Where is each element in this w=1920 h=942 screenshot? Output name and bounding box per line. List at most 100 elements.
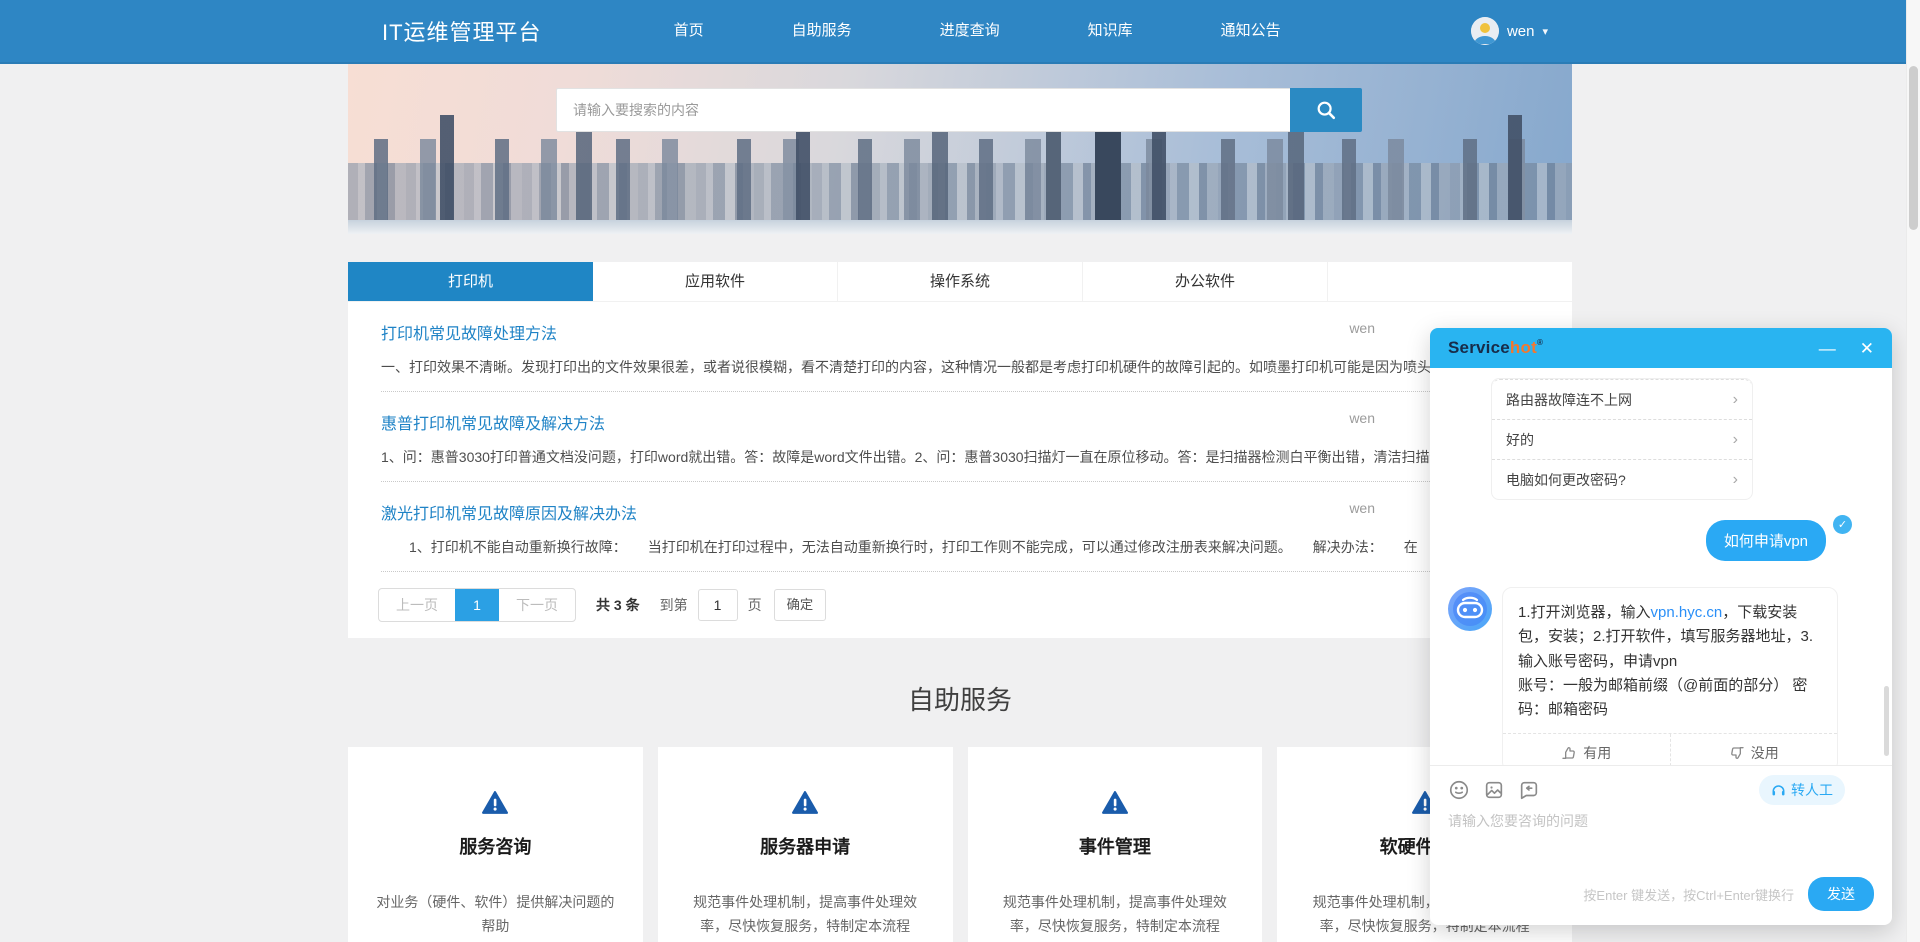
article-row: 惠普打印机常见故障及解决方法 wen 1、问：惠普3030打印普通文档没问题，打… [381,392,1572,482]
article-excerpt: 一、打印效果不清晰。发现打印出的文件效果很差，或者说很模糊，看不清楚打印的内容，… [381,357,1572,377]
service-desc: 对业务（硬件、软件）提供解决问题的帮助 [372,891,619,939]
nav-item-notice[interactable]: 通知公告 [1177,0,1325,62]
suggestion-item[interactable]: 好的 › [1492,419,1752,459]
logo-service-text: Service [1448,338,1510,357]
vpn-link[interactable]: vpn.hyc.cn [1651,604,1723,621]
goto-page-input[interactable] [698,589,738,621]
servicehot-logo: Servicehot® [1448,338,1543,358]
category-tabs: 打印机 应用软件 操作系统 办公软件 [348,262,1572,302]
person-icon [1471,17,1499,45]
prev-page-button[interactable]: 上一页 [379,589,455,621]
bot-message-row: 1.打开浏览器，输入vpn.hyc.cn，下载安装包，安装；2.打开软件，填写服… [1448,587,1866,765]
knowledge-panel: 打印机 应用软件 操作系统 办公软件 打印机常见故障处理方法 wen 一、打印效… [348,262,1572,638]
site-title[interactable]: IT运维管理平台 [382,15,542,47]
caret-down-icon: ▾ [1542,25,1548,38]
top-navbar: IT运维管理平台 首页 自助服务 进度查询 知识库 通知公告 wen ▾ [0,0,1920,64]
service-card-consult[interactable]: 服务咨询 对业务（硬件、软件）提供解决问题的帮助 [348,747,643,942]
emoji-icon[interactable] [1448,779,1470,801]
registered-mark-icon: ® [1537,338,1543,347]
suggestion-text: 电脑如何更改密码? [1506,470,1626,490]
suggestion-item[interactable]: 路由器故障连不上网 › [1492,379,1752,419]
chat-scrollbar-thumb[interactable] [1884,686,1889,756]
tab-printer[interactable]: 打印机 [348,262,593,301]
chevron-right-icon: › [1733,431,1738,449]
robot-avatar-icon [1448,587,1492,631]
waterline [348,220,1572,234]
service-title: 服务咨询 [372,833,619,859]
search-icon [1315,99,1337,121]
article-list: 打印机常见故障处理方法 wen 一、打印效果不清晰。发现打印出的文件效果很差，或… [348,302,1572,572]
page-scrollbar[interactable] [1906,0,1920,942]
hero-banner [348,64,1572,234]
transfer-to-human-button[interactable]: 转人工 [1759,775,1845,805]
page-unit-label: 页 [748,595,762,615]
search-input[interactable] [556,88,1290,132]
useful-label: 有用 [1583,743,1611,763]
article-title-link[interactable]: 惠普打印机常见故障及解决方法 [381,416,605,433]
useless-label: 没用 [1751,743,1779,763]
service-desc: 规范事件处理机制，提高事件处理效率，尽快恢复服务，特制定本流程 [682,891,929,939]
suggestion-item[interactable]: 电脑如何更改密码? › [1492,459,1752,499]
user-message-row: 如何申请vpn ✓ [1448,520,1866,561]
article-row: 打印机常见故障处理方法 wen 一、打印效果不清晰。发现打印出的文件效果很差，或… [381,302,1572,392]
suggestion-list: 路由器故障连不上网 › 好的 › 电脑如何更改密码? › [1491,378,1753,500]
chevron-right-icon: › [1733,391,1738,409]
useless-button[interactable]: 没用 [1671,734,1838,765]
article-excerpt: 1、问：惠普3030打印普通文档没问题，打印word就出错。答：故障是word文… [381,447,1572,467]
page-scrollbar-thumb[interactable] [1909,66,1918,230]
service-card-grid: 服务咨询 对业务（硬件、软件）提供解决问题的帮助 服务器申请 规范事件处理机制，… [348,747,1572,942]
user-message-bubble: 如何申请vpn [1706,520,1826,561]
nav-item-home[interactable]: 首页 [630,0,748,62]
article-title-link[interactable]: 打印机常见故障处理方法 [381,326,557,343]
chat-textarea[interactable] [1448,811,1874,873]
bot-message-text: 1.打开浏览器，输入vpn.hyc.cn，下载安装包，安装；2.打开软件，填写服… [1503,588,1837,733]
service-card-server-apply[interactable]: 服务器申请 规范事件处理机制，提高事件处理效率，尽快恢复服务，特制定本流程 [658,747,953,942]
logo-hot-text: hot [1510,338,1537,357]
history-icon[interactable] [1518,779,1540,801]
warning-triangle-icon [682,791,929,820]
current-page-button[interactable]: 1 [455,589,499,621]
confirm-button[interactable]: 确定 [774,589,827,621]
article-excerpt: 1、打印机不能自动重新换行故障： 当打印机在打印过程中，无法自动重新换行时，打印… [381,537,1572,557]
feedback-bar: 有用 没用 [1503,733,1837,765]
nav-item-knowledge[interactable]: 知识库 [1044,0,1177,62]
user-menu[interactable]: wen ▾ [1471,17,1548,45]
warning-triangle-icon [992,791,1239,820]
username: wen [1507,23,1535,40]
article-row: 激光打印机常见故障原因及解决办法 wen 1、打印机不能自动重新换行故障： 当打… [381,482,1572,572]
service-title: 服务器申请 [682,833,929,859]
service-title: 事件管理 [992,833,1239,859]
image-upload-icon[interactable] [1483,779,1505,801]
article-title-link[interactable]: 激光打印机常见故障原因及解决办法 [381,506,637,523]
total-count: 共 3 条 [596,595,640,615]
service-desc: 规范事件处理机制，提高事件处理效率，尽快恢复服务，特制定本流程 [992,891,1239,939]
thumbs-down-icon [1729,745,1745,761]
chat-header: Servicehot® — ✕ [1430,328,1892,368]
suggestion-text: 路由器故障连不上网 [1506,390,1632,410]
article-author: wen [1349,500,1375,516]
useful-button[interactable]: 有用 [1503,734,1671,765]
send-row: 按Enter 键发送，按Ctrl+Enter键换行 发送 [1583,877,1874,911]
warning-triangle-icon [372,791,619,820]
chat-message-area: 路由器故障连不上网 › 好的 › 电脑如何更改密码? › 如何申请vpn ✓ [1430,368,1892,765]
bot-text-part1: 1.打开浏览器，输入 [1518,604,1651,621]
tab-operating-system[interactable]: 操作系统 [838,262,1083,301]
read-check-badge: ✓ [1833,515,1852,534]
tab-app-software[interactable]: 应用软件 [593,262,838,301]
headset-icon [1771,783,1786,798]
page-button-group: 上一页 1 下一页 [378,588,576,622]
minimize-button[interactable]: — [1819,340,1836,357]
chevron-right-icon: › [1733,471,1738,489]
skyscraper-2 [1046,123,1061,221]
send-button[interactable]: 发送 [1808,877,1874,911]
service-card-incident[interactable]: 事件管理 规范事件处理机制，提高事件处理效率，尽快恢复服务，特制定本流程 [968,747,1263,942]
search-button[interactable] [1290,88,1362,132]
bot-message-card: 1.打开浏览器，输入vpn.hyc.cn，下载安装包，安装；2.打开软件，填写服… [1502,587,1838,765]
nav-item-self-service[interactable]: 自助服务 [748,0,896,62]
search-bar [556,88,1362,132]
nav-item-progress[interactable]: 进度查询 [896,0,1044,62]
next-page-button[interactable]: 下一页 [499,589,575,621]
pagination: 上一页 1 下一页 共 3 条 到第 页 确定 [378,588,1572,638]
close-button[interactable]: ✕ [1860,340,1874,357]
tab-office-software[interactable]: 办公软件 [1083,262,1328,301]
